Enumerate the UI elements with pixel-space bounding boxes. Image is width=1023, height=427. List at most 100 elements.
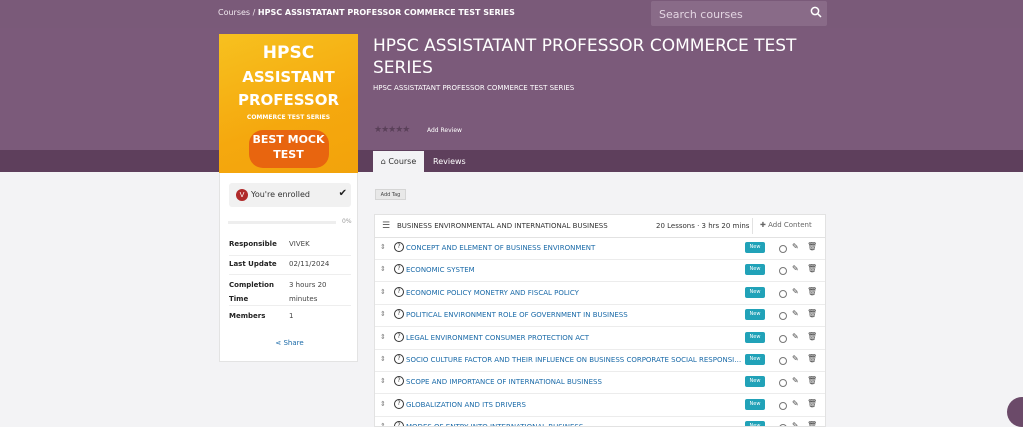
new-badge: New (745, 331, 765, 343)
preview-toggle[interactable] (779, 357, 787, 365)
share-label: Share (283, 339, 304, 347)
lesson-link[interactable]: LEGAL ENVIRONMENT CONSUMER PROTECTION AC… (406, 334, 744, 342)
cover-text-3: PROFESSOR (237, 91, 340, 109)
lesson-link[interactable]: ECONOMIC SYSTEM (406, 266, 744, 274)
add-tag-button[interactable]: Add Tag (375, 189, 406, 200)
edit-icon[interactable]: ✎ (792, 421, 799, 426)
quiz-icon: ? (394, 376, 404, 387)
edit-icon[interactable]: ✎ (792, 332, 799, 341)
lesson-link[interactable]: POLITICAL ENVIRONMENT ROLE OF GOVERNMENT… (406, 311, 744, 319)
preview-toggle[interactable] (779, 245, 787, 253)
trash-icon[interactable]: 🗑 (807, 421, 817, 426)
edit-icon[interactable]: ✎ (792, 376, 799, 385)
info-value: 1 (289, 312, 294, 320)
trash-icon[interactable]: 🗑 (807, 376, 817, 385)
info-key: Last Update (229, 260, 277, 268)
progress-percent: 0% (342, 218, 352, 225)
chat-icon[interactable] (1007, 397, 1023, 427)
lesson-link[interactable]: SCOPE AND IMPORTANCE OF INTERNATIONAL BU… (406, 378, 744, 386)
lesson-link[interactable]: MODES OF ENTRY INTO INTERNATIONAL BUSINE… (406, 423, 744, 426)
cover-text-5: BEST MOCK (252, 133, 325, 146)
edit-icon[interactable]: ✎ (792, 264, 799, 273)
rating-stars-icon: ★★★★★ (374, 125, 410, 135)
new-badge: New (745, 398, 765, 410)
drag-handle-icon[interactable]: ⇕ (380, 377, 386, 385)
quiz-icon: ? (394, 264, 404, 275)
quiz-icon: ? (394, 354, 404, 364)
checkmark-icon: ✔ (338, 188, 347, 199)
search-icon[interactable] (810, 6, 822, 18)
lesson-row: ⇕? CONCEPT AND ELEMENT OF BUSINESS ENVIRO… (375, 237, 825, 260)
trash-icon[interactable]: 🗑 (807, 354, 817, 363)
trash-icon[interactable]: 🗑 (807, 309, 817, 318)
preview-toggle[interactable] (779, 289, 787, 298)
tab-course-label: Course (388, 157, 417, 166)
preview-toggle[interactable] (779, 312, 787, 321)
course-sidebar: V You're enrolled ✔ 0% Responsible VIVEK… (219, 173, 358, 362)
trash-icon[interactable]: 🗑 (807, 264, 817, 273)
new-badge: New (745, 421, 765, 426)
new-badge: New (745, 242, 765, 253)
info-value: VIVEK (289, 240, 310, 248)
tab-course[interactable]: ⌂ Course (373, 151, 424, 173)
edit-icon[interactable]: ✎ (792, 399, 799, 408)
info-key: Members (229, 312, 266, 320)
quiz-icon: ? (394, 398, 404, 409)
quiz-icon: ? (394, 242, 404, 252)
lesson-row: ⇕? ECONOMIC SYSTEM New ✎ 🗑 (375, 259, 825, 283)
trash-icon[interactable]: 🗑 (807, 399, 817, 408)
info-row-last-update: Last Update 02/11/2024 (229, 256, 351, 275)
breadcrumb-current: HPSC ASSISTATANT PROFESSOR COMMERCE TEST… (257, 8, 515, 17)
edit-icon[interactable]: ✎ (792, 354, 799, 363)
add-content-button[interactable]: ✚ Add Content (760, 221, 812, 229)
breadcrumb-courses-link[interactable]: Courses (218, 8, 250, 17)
edit-icon[interactable]: ✎ (792, 242, 799, 251)
drag-handle-icon[interactable]: ⇕ (380, 288, 386, 296)
info-value: 02/11/2024 (289, 260, 330, 268)
tab-band (0, 150, 1023, 172)
quiz-icon: ? (394, 421, 404, 426)
info-key: Responsible (229, 240, 277, 248)
drag-handle-icon[interactable]: ⇕ (380, 400, 386, 408)
drag-handle-icon[interactable]: ⇕ (380, 422, 386, 426)
search-input[interactable] (657, 5, 811, 24)
menu-icon[interactable]: ☰ (382, 221, 390, 231)
cover-text-1: HPSC (262, 43, 315, 63)
preview-toggle[interactable] (779, 334, 787, 343)
preview-toggle[interactable] (779, 267, 787, 276)
drag-handle-icon[interactable]: ⇕ (380, 310, 386, 318)
tab-reviews[interactable]: Reviews (433, 151, 466, 173)
drag-handle-icon[interactable]: ⇕ (380, 243, 386, 251)
preview-toggle[interactable] (779, 401, 787, 410)
info-value: 3 hours 20 minutes (289, 281, 327, 303)
new-badge: New (745, 354, 765, 365)
edit-icon[interactable]: ✎ (792, 309, 799, 318)
home-icon: ⌂ (380, 157, 386, 166)
drag-handle-icon[interactable]: ⇕ (380, 265, 386, 273)
lesson-row: ⇕? SCOPE AND IMPORTANCE OF INTERNATIONAL … (375, 371, 825, 395)
trash-icon[interactable]: 🗑 (807, 287, 817, 296)
drag-handle-icon[interactable]: ⇕ (380, 355, 386, 363)
avatar: V (236, 189, 248, 201)
add-review-link[interactable]: Add Review (427, 127, 462, 134)
quiz-icon: ? (394, 331, 404, 342)
divider (752, 218, 753, 234)
edit-icon[interactable]: ✎ (792, 287, 799, 296)
lesson-link[interactable]: CONCEPT AND ELEMENT OF BUSINESS ENVIRONM… (406, 244, 744, 252)
info-key: Completion Time (229, 281, 274, 303)
preview-toggle[interactable] (779, 379, 787, 388)
lesson-row: ⇕? SOCIO CULTURE FACTOR AND THEIR INFLUEN… (375, 349, 825, 372)
lesson-link[interactable]: SOCIO CULTURE FACTOR AND THEIR INFLUENCE… (406, 356, 744, 364)
breadcrumb-separator: / (252, 8, 256, 17)
drag-handle-icon[interactable]: ⇕ (380, 333, 386, 341)
lesson-row: ⇕? GLOBALIZATION AND ITS DRIVERS New ✎ 🗑 (375, 394, 825, 417)
cover-text-6: TEST (273, 148, 304, 161)
progress-bar (228, 221, 336, 224)
trash-icon[interactable]: 🗑 (807, 332, 817, 341)
lesson-link[interactable]: ECONOMIC POLICY MONETRY AND FISCAL POLIC… (406, 289, 744, 297)
lesson-link[interactable]: GLOBALIZATION AND ITS DRIVERS (406, 401, 744, 409)
cover-text-2: ASSISTANT (242, 68, 335, 86)
trash-icon[interactable]: 🗑 (807, 242, 817, 251)
share-button[interactable]: ⋖ Share (220, 339, 359, 347)
cover-text-4: COMMERCE TEST SERIES (246, 114, 331, 121)
